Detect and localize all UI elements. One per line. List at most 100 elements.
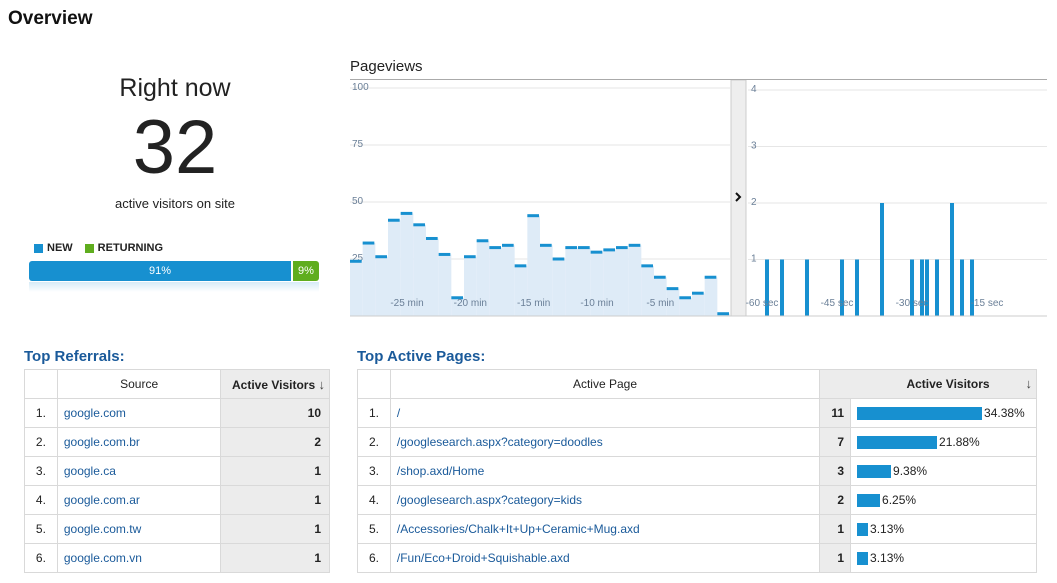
y-tick-label: 50 bbox=[352, 196, 364, 207]
new-swatch-icon bbox=[34, 243, 43, 253]
percent-label: 3.13% bbox=[870, 551, 905, 566]
page-link[interactable]: / bbox=[397, 406, 400, 420]
source-link[interactable]: google.ca bbox=[64, 464, 116, 478]
visitors-count: 1 bbox=[819, 543, 852, 573]
visitor-split-bar: 91% 9% bbox=[29, 261, 319, 281]
rank: 1. bbox=[24, 398, 58, 428]
source-link[interactable]: google.com.br bbox=[64, 435, 140, 449]
rank: 5. bbox=[357, 514, 391, 544]
y-tick-label: 75 bbox=[352, 139, 364, 150]
source-cell[interactable]: google.com bbox=[56, 398, 222, 428]
table-header-row: Source Active Visitors ↓ bbox=[24, 369, 330, 399]
page-link[interactable]: /googlesearch.aspx?category=doodles bbox=[397, 435, 603, 449]
active-visitors-label: active visitors on site bbox=[115, 196, 235, 211]
source-link[interactable]: google.com.tw bbox=[64, 522, 141, 536]
visitors-count: 2 bbox=[819, 485, 852, 515]
visitors-count: 11 bbox=[819, 398, 852, 428]
percent-bar bbox=[857, 406, 983, 420]
percent-bar bbox=[857, 435, 938, 449]
percent-label: 21.88% bbox=[939, 435, 980, 450]
visitors-header-label: Active Visitors bbox=[232, 377, 316, 392]
active-visitors-column-header[interactable]: Active Visitors ↓ bbox=[220, 369, 330, 399]
page-cell[interactable]: /googlesearch.aspx?category=doodles bbox=[389, 427, 821, 457]
arrow-down-icon[interactable]: ↓ bbox=[319, 377, 326, 392]
active-visitors-column-header[interactable]: Active Visitors ↓ bbox=[819, 369, 1037, 399]
source-cell[interactable]: google.com.ar bbox=[56, 485, 222, 515]
x-tick-label: -25 min bbox=[390, 298, 423, 309]
percent-cell: 21.88% bbox=[850, 427, 1037, 457]
bar bbox=[855, 259, 859, 316]
source-cell[interactable]: google.ca bbox=[56, 456, 222, 486]
area-segment bbox=[375, 256, 388, 316]
right-now-heading: Right now bbox=[119, 74, 231, 102]
y-tick-label: 4 bbox=[751, 84, 757, 95]
active-page-column-header[interactable]: Active Page bbox=[389, 369, 821, 399]
page-link[interactable]: /Accessories/Chalk+It+Up+Ceramic+Mug.axd bbox=[397, 522, 640, 536]
rank-header bbox=[24, 369, 58, 399]
x-tick-label: -45 sec bbox=[821, 298, 854, 309]
pageviews-title: Pageviews bbox=[350, 58, 423, 75]
pageviews-chart: 100755025-25 min -20 min -15 min -10 min -5 … bbox=[350, 80, 1047, 317]
x-tick-label: -20 min bbox=[454, 298, 487, 309]
table-row: 3. google.ca 1 bbox=[24, 456, 330, 486]
source-column-header[interactable]: Source bbox=[56, 369, 222, 399]
table-row: 5. google.com.tw 1 bbox=[24, 514, 330, 544]
area-segment bbox=[616, 247, 629, 316]
x-tick-label: -60 sec bbox=[746, 298, 779, 309]
arrow-down-icon[interactable]: ↓ bbox=[1026, 376, 1033, 391]
y-tick-label: 2 bbox=[751, 197, 757, 208]
source-cell[interactable]: google.com.tw bbox=[56, 514, 222, 544]
table-row: 6. google.com.vn 1 bbox=[24, 543, 330, 573]
source-header-label: Source bbox=[120, 377, 159, 391]
source-link[interactable]: google.com.vn bbox=[64, 551, 142, 565]
visitors-count: 7 bbox=[819, 427, 852, 457]
page-link[interactable]: /Fun/Eco+Droid+Squishable.axd bbox=[397, 551, 570, 565]
percent-label: 6.25% bbox=[882, 493, 917, 508]
percent-label: 34.38% bbox=[984, 406, 1025, 421]
visitors-count: 1 bbox=[819, 514, 852, 544]
visitor-legend: NEW RETURNING bbox=[34, 242, 163, 254]
area-segment bbox=[679, 297, 692, 316]
area-segment bbox=[565, 247, 578, 316]
bar bbox=[960, 259, 964, 316]
source-cell[interactable]: google.com.br bbox=[56, 427, 222, 457]
page-link[interactable]: /googlesearch.aspx?category=kids bbox=[397, 493, 582, 507]
table-row: 5. /Accessories/Chalk+It+Up+Ceramic+Mug.a… bbox=[357, 514, 1037, 544]
visitors-count: 1 bbox=[220, 514, 330, 544]
visitors-count: 10 bbox=[220, 398, 330, 428]
page-cell[interactable]: /Accessories/Chalk+It+Up+Ceramic+Mug.axd bbox=[389, 514, 821, 544]
table-row: 4. google.com.ar 1 bbox=[24, 485, 330, 515]
area-segment bbox=[489, 247, 502, 316]
bar bbox=[805, 259, 809, 316]
percent-bar bbox=[857, 551, 869, 565]
percent-cell: 9.38% bbox=[850, 456, 1037, 486]
percent-label: 3.13% bbox=[870, 522, 905, 537]
rank: 3. bbox=[24, 456, 58, 486]
top-active-pages-title: Top Active Pages: bbox=[357, 348, 486, 365]
page-cell[interactable]: /googlesearch.aspx?category=kids bbox=[389, 485, 821, 515]
page-cell[interactable]: /Fun/Eco+Droid+Squishable.axd bbox=[389, 543, 821, 573]
percent-label: 9.38% bbox=[893, 464, 928, 479]
active-visitor-count: 32 bbox=[132, 105, 218, 190]
page-cell[interactable]: / bbox=[389, 398, 821, 428]
chart-divider[interactable] bbox=[730, 80, 747, 317]
source-link[interactable]: google.com.ar bbox=[64, 493, 140, 507]
table-row: 1. / 11 34.38% bbox=[357, 398, 1037, 428]
minutes-chart: 100755025-25 min -20 min -15 min -10 min -5 … bbox=[350, 82, 730, 316]
bar bbox=[780, 259, 784, 316]
rank: 4. bbox=[24, 485, 58, 515]
y-tick-label: 100 bbox=[352, 82, 369, 93]
y-tick-label: 1 bbox=[751, 254, 757, 265]
source-cell[interactable]: google.com.vn bbox=[56, 543, 222, 573]
rank: 5. bbox=[24, 514, 58, 544]
x-tick-label: -5 min bbox=[646, 298, 674, 309]
source-link[interactable]: google.com bbox=[64, 406, 126, 420]
page-cell[interactable]: /shop.axd/Home bbox=[389, 456, 821, 486]
rank: 2. bbox=[357, 427, 391, 457]
active-page-header-label: Active Page bbox=[572, 377, 637, 391]
returning-visitors-bar: 9% bbox=[293, 261, 319, 281]
percent-bar bbox=[857, 522, 869, 536]
table-header-row: Active Page Active Visitors ↓ bbox=[357, 369, 1037, 399]
rank: 6. bbox=[24, 543, 58, 573]
page-link[interactable]: /shop.axd/Home bbox=[397, 464, 484, 478]
